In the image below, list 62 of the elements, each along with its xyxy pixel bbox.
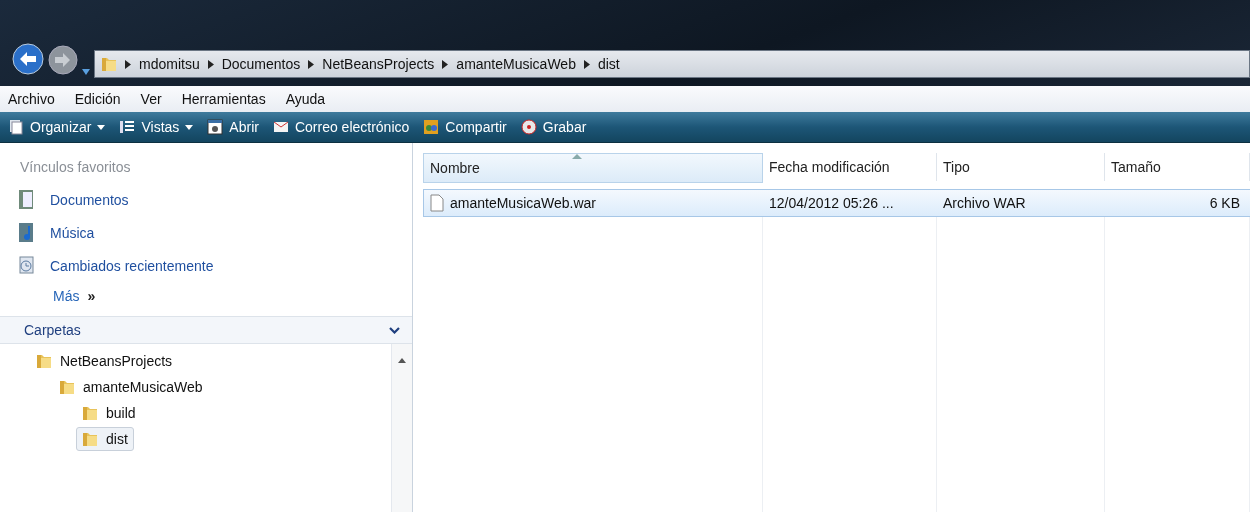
folder-icon xyxy=(101,55,117,73)
menu-item[interactable]: Ver xyxy=(140,91,162,107)
toolbar-button[interactable]: Correo electrónico xyxy=(272,119,410,135)
folders-header[interactable]: Carpetas xyxy=(0,316,412,344)
caret-icon xyxy=(97,124,106,130)
table-cell: 6 KB xyxy=(1105,189,1250,217)
breadcrumb-item[interactable]: NetBeansProjects xyxy=(322,56,435,72)
menu-item[interactable]: Ayuda xyxy=(285,91,326,107)
folder-tree-item[interactable]: NetBeansProjects xyxy=(30,349,179,373)
breadcrumb-arrow-icon xyxy=(125,59,131,69)
table-cell: 12/04/2012 05:26 ... xyxy=(763,189,937,217)
file-icon xyxy=(430,194,444,212)
breadcrumb-item[interactable]: Documentos xyxy=(221,56,301,72)
menu-item[interactable]: Archivo xyxy=(8,91,55,107)
document-icon xyxy=(18,189,34,210)
folder-icon xyxy=(82,404,98,422)
breadcrumb-arrow-icon xyxy=(583,59,590,69)
folder-icon xyxy=(36,352,52,370)
section-heading: Vínculos favoritos xyxy=(19,158,132,177)
address-bar[interactable]: mdomitsu Documentos NetBeansProjects amanteMusicaWeb dist xyxy=(94,50,1250,78)
breadcrumb-item[interactable]: mdomitsu xyxy=(139,56,200,72)
scroll-up-arrow-icon xyxy=(398,358,406,363)
folder-tree-item[interactable]: amanteMusicaWeb xyxy=(53,375,209,399)
column-header[interactable]: Nombre xyxy=(423,153,763,183)
breadcrumb-arrow-icon xyxy=(308,59,315,69)
back-button[interactable] xyxy=(12,43,44,78)
more-link[interactable]: Más xyxy=(53,288,80,304)
favorite-link[interactable]: Música xyxy=(50,224,95,241)
folder-tree-item[interactable]: build xyxy=(76,401,142,425)
file-name-cell[interactable]: amanteMusicaWeb.war xyxy=(423,189,763,217)
caret-icon xyxy=(185,124,194,130)
toolbar-button[interactable]: Organizar xyxy=(8,119,106,135)
clock-document-icon xyxy=(18,255,34,276)
toolbar-button[interactable]: Compartir xyxy=(423,119,507,135)
disc-icon xyxy=(520,119,537,135)
window-icon xyxy=(207,119,224,135)
toolbar-button[interactable]: Abrir xyxy=(207,119,259,135)
breadcrumb-item[interactable]: dist xyxy=(597,56,620,72)
table-cell: Archivo WAR xyxy=(937,189,1105,217)
caret-icon xyxy=(82,69,90,75)
folder-tree-item[interactable]: dist xyxy=(76,427,134,451)
list-icon xyxy=(119,119,136,135)
envelope-icon xyxy=(272,119,289,135)
folder-icon xyxy=(59,378,75,396)
chevron-glyph: » xyxy=(87,288,96,304)
favorite-link[interactable]: Cambiados recientemente xyxy=(50,257,214,274)
breadcrumb-arrow-icon xyxy=(442,59,449,69)
menu-item[interactable]: Edición xyxy=(74,91,121,107)
pages-icon xyxy=(8,119,24,135)
folder-icon xyxy=(82,430,98,448)
sort-arrow-icon xyxy=(572,154,582,159)
toolbar-button[interactable]: Vistas xyxy=(119,119,194,135)
section-heading: Carpetas xyxy=(24,322,81,338)
menu-item[interactable]: Herramientas xyxy=(181,91,266,107)
breadcrumb-item[interactable]: amanteMusicaWeb xyxy=(456,56,576,72)
favorite-link[interactable]: Documentos xyxy=(50,191,129,208)
toolbar-button[interactable]: Grabar xyxy=(520,119,587,135)
music-note-icon xyxy=(18,222,34,243)
forward-button[interactable] xyxy=(48,45,78,78)
chevron-down-icon xyxy=(389,326,400,334)
breadcrumb-arrow-icon xyxy=(207,59,214,69)
people-icon xyxy=(423,119,440,135)
